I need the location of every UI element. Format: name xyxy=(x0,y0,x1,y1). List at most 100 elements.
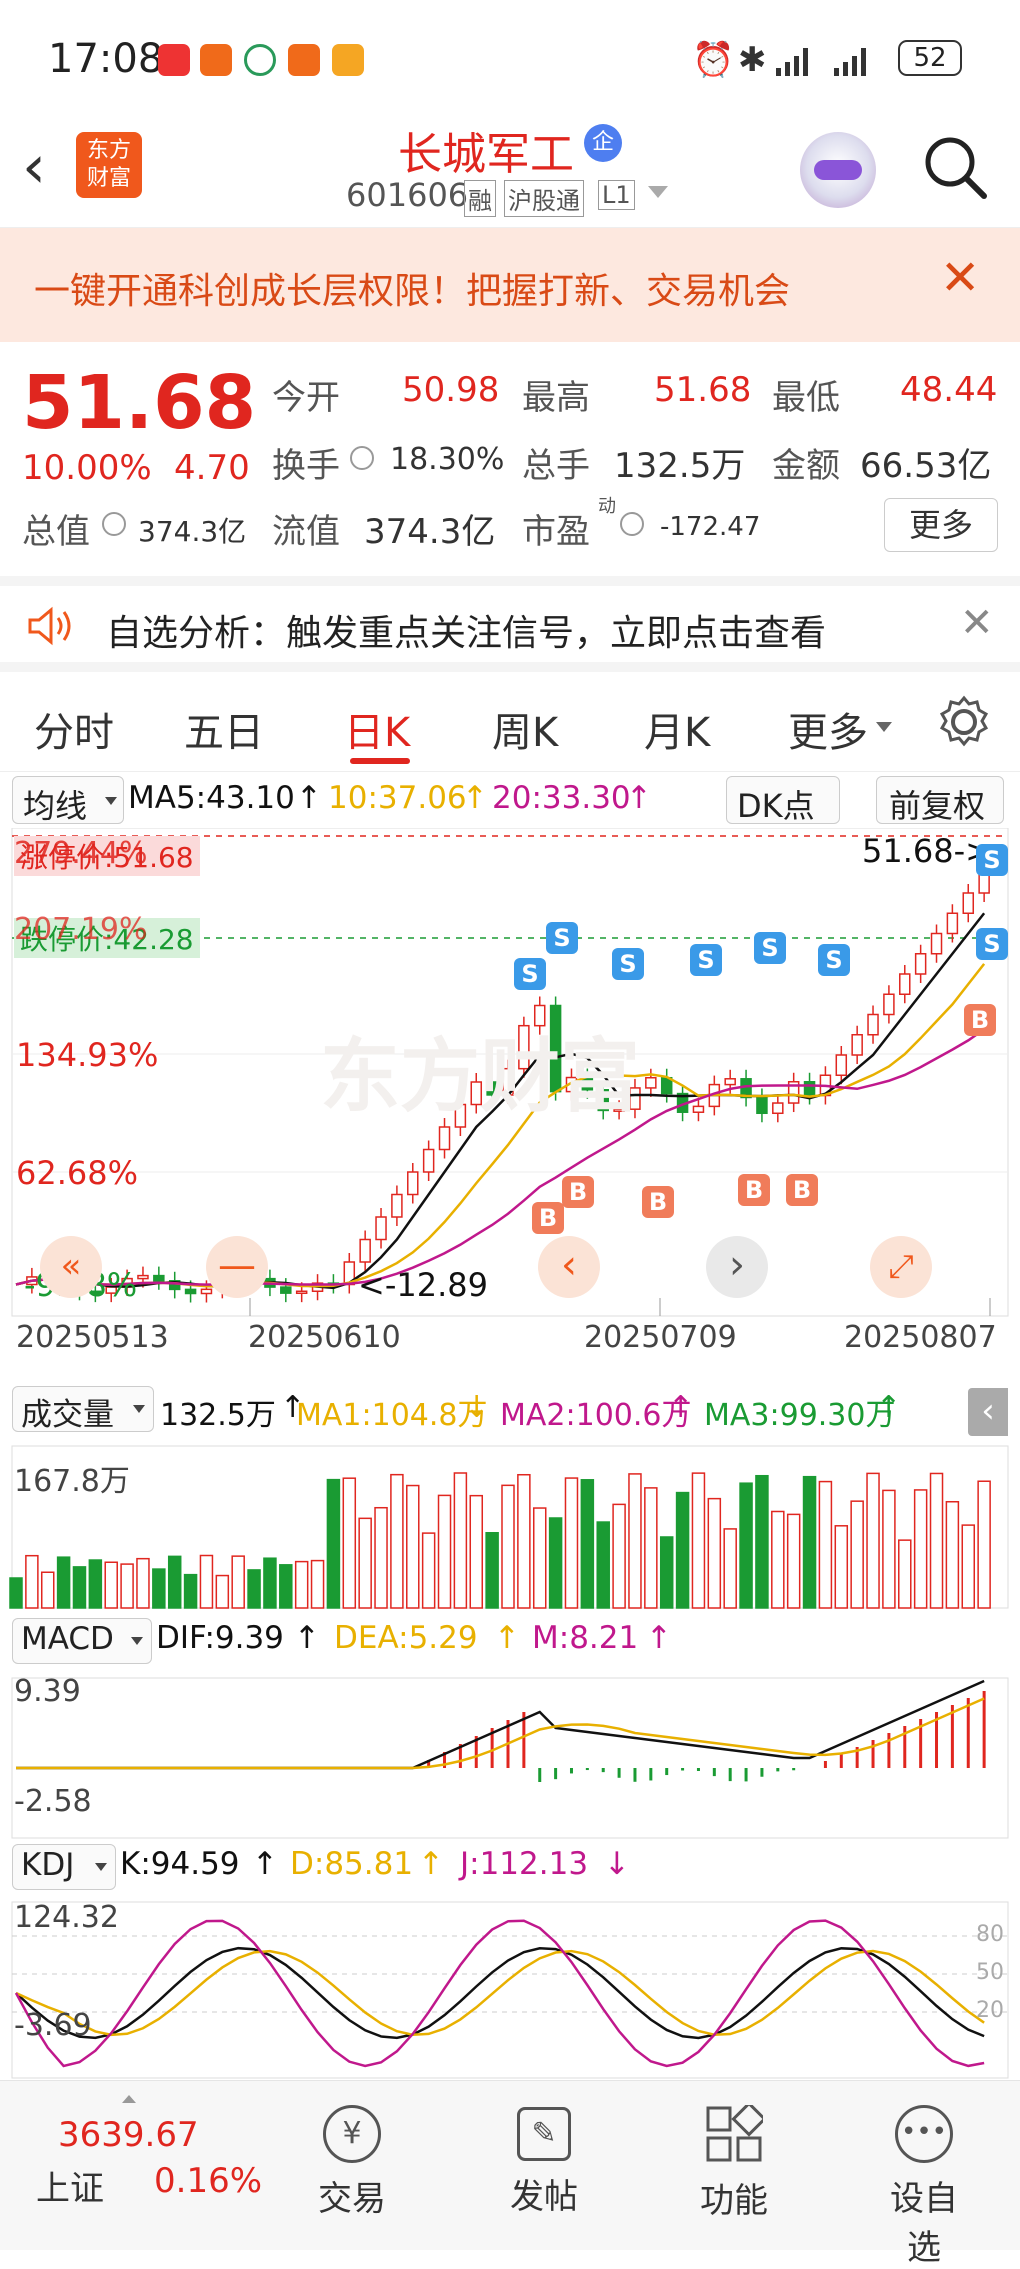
volume-bar xyxy=(501,1484,515,1609)
gear-icon[interactable] xyxy=(936,694,992,750)
chevron-up-icon[interactable] xyxy=(122,2095,136,2103)
scroll-left-button[interactable]: ‹ xyxy=(538,1236,600,1298)
add-watchlist-button[interactable]: ••• 设自选 xyxy=(874,2105,974,2269)
volume-bar xyxy=(183,1573,198,1609)
volume-label: 总手 xyxy=(522,446,590,486)
grid-icon xyxy=(706,2101,767,2162)
stock-code: 601606 xyxy=(346,176,469,214)
trade-button[interactable]: ¥ 交易 xyxy=(302,2105,402,2220)
sell-signal-marker[interactable]: S xyxy=(514,958,546,990)
arrow-up-icon: ↑ xyxy=(418,1846,444,1882)
tab-weekly-k[interactable]: 周K xyxy=(492,700,558,758)
scroll-right-button[interactable]: › xyxy=(706,1236,768,1298)
close-icon[interactable]: ✕ xyxy=(940,250,980,306)
post-button[interactable]: ✎ 发帖 xyxy=(494,2105,594,2218)
volume-bar xyxy=(199,1554,214,1609)
macd-dea: DEA:5.29 xyxy=(334,1620,478,1656)
notification-app-icon xyxy=(288,44,320,76)
close-icon[interactable]: ✕ xyxy=(960,600,994,646)
bluetooth-icon: ✱ xyxy=(738,40,767,80)
buy-signal-marker[interactable]: B xyxy=(642,1186,674,1218)
sell-signal-marker[interactable]: S xyxy=(754,932,786,964)
volume-bar xyxy=(88,1559,103,1609)
back-button[interactable]: ‹ xyxy=(22,132,46,202)
notification-app-icon xyxy=(200,44,232,76)
buy-signal-marker[interactable]: B xyxy=(786,1174,818,1206)
period-tabs: 分时 五日 日K 周K 月K 更多 xyxy=(0,672,1020,772)
app-logo: 东方 财富 xyxy=(76,132,142,198)
info-icon[interactable] xyxy=(620,512,644,536)
sell-signal-marker[interactable]: S xyxy=(976,844,1008,876)
ma-select[interactable]: 均线 xyxy=(12,776,124,825)
tab-more[interactable]: 更多 xyxy=(788,700,868,758)
volume-bar xyxy=(120,1563,134,1609)
buy-signal-marker[interactable]: B xyxy=(562,1176,594,1208)
ma20-value: 20:33.30 xyxy=(492,780,631,816)
robot-assistant-icon[interactable] xyxy=(800,132,876,208)
active-tab-indicator xyxy=(350,758,410,764)
arrow-up-icon: ↑ xyxy=(252,1846,278,1882)
kdj-select[interactable]: KDJ xyxy=(12,1844,116,1890)
volume-bar xyxy=(961,1524,976,1609)
sell-signal-marker[interactable]: S xyxy=(818,944,850,976)
adjust-select[interactable]: 前复权 xyxy=(876,776,1004,825)
collapse-panel-button[interactable]: ‹ xyxy=(968,1388,1008,1436)
tab-five-day[interactable]: 五日 xyxy=(184,700,264,758)
candle-body xyxy=(803,1081,816,1097)
fullscreen-icon[interactable]: ⤢ xyxy=(870,1236,932,1298)
search-icon[interactable] xyxy=(920,132,990,202)
functions-button[interactable]: 功能 xyxy=(684,2101,784,2222)
volume-bar xyxy=(469,1494,484,1609)
tab-monthly-k[interactable]: 月K xyxy=(644,700,710,758)
buy-signal-marker[interactable]: B xyxy=(532,1202,564,1234)
volume-select[interactable]: 成交量 xyxy=(12,1386,154,1433)
dropdown-icon[interactable] xyxy=(648,186,668,198)
volume-bars xyxy=(9,1472,991,1609)
volume-bar xyxy=(723,1528,737,1609)
sell-signal-marker[interactable]: S xyxy=(612,948,644,980)
open-label: 今开 xyxy=(272,378,340,418)
tab-intraday[interactable]: 分时 xyxy=(34,700,114,758)
volume-bar xyxy=(25,1554,39,1609)
kdj-j-line xyxy=(14,1919,985,2068)
more-button[interactable]: 更多 xyxy=(884,498,998,552)
index-change: 0.16% xyxy=(154,2161,263,2201)
arrow-up-icon: ↑ xyxy=(296,780,322,816)
candle-body xyxy=(359,1238,371,1263)
volume-bar xyxy=(977,1480,991,1609)
volume-bar xyxy=(786,1513,801,1609)
index-value[interactable]: 3639.67 xyxy=(58,2115,199,2155)
alert-bar[interactable]: 自选分析：触发重点关注信号，立即点击查看 ✕ xyxy=(0,576,1020,672)
candle-body xyxy=(962,892,975,914)
ma10-value: 10:37.06 xyxy=(328,780,467,816)
sell-signal-marker[interactable]: S xyxy=(690,944,722,976)
volume-bar xyxy=(374,1506,388,1609)
candle-body xyxy=(153,1274,165,1282)
volume-bar xyxy=(834,1525,849,1609)
float-value: 374.3亿 xyxy=(364,512,496,552)
volume-current: 132.5万 xyxy=(160,1398,276,1433)
macd-select[interactable]: MACD xyxy=(12,1618,152,1664)
buy-signal-marker[interactable]: B xyxy=(738,1174,770,1206)
sell-signal-marker[interactable]: S xyxy=(976,928,1008,960)
arrow-up-icon: ↑ xyxy=(646,1620,672,1656)
vol-axis-max: 167.8万 xyxy=(14,1464,130,1499)
scroll-left-fast-button[interactable]: « xyxy=(40,1236,102,1298)
sell-signal-marker[interactable]: S xyxy=(546,922,578,954)
tab-daily-k[interactable]: 日K xyxy=(344,700,410,758)
volume-bar xyxy=(485,1532,499,1609)
info-icon[interactable] xyxy=(102,512,126,536)
volume-bar xyxy=(152,1568,166,1609)
promo-banner[interactable]: 一键开通科创成长层权限！把握打新、交易机会 ✕ xyxy=(0,228,1020,342)
volume-bar xyxy=(326,1478,341,1609)
volume-bar xyxy=(72,1566,87,1609)
volume-bar xyxy=(929,1472,944,1609)
level-tag: L1 xyxy=(598,180,635,210)
dk-point-button[interactable]: DK点 xyxy=(726,776,840,825)
pe-label: 市盈 xyxy=(522,512,590,552)
zoom-out-button[interactable]: — xyxy=(206,1236,268,1298)
info-icon[interactable] xyxy=(350,446,374,470)
buy-signal-marker[interactable]: B xyxy=(964,1004,996,1036)
bottom-bar: 3639.67 上证 0.16% ¥ 交易 ✎ 发帖 功能 ••• 设自选 xyxy=(0,2080,1020,2268)
candle-body xyxy=(407,1171,419,1196)
